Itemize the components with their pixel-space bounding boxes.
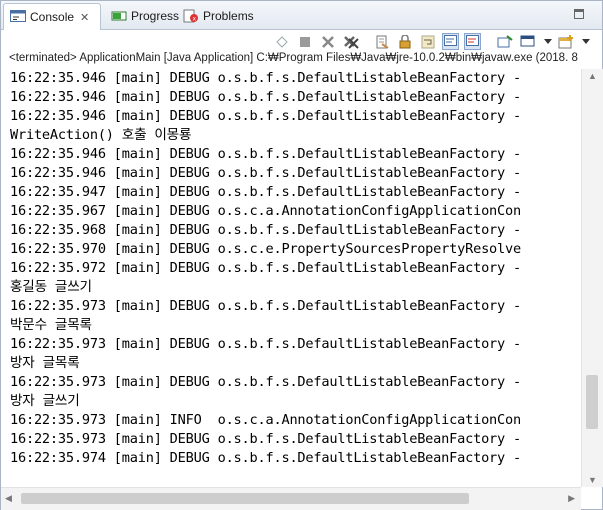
word-wrap-icon[interactable]: [419, 33, 436, 50]
close-icon[interactable]: ✕: [80, 11, 89, 24]
console-line: 16:22:35.973 [main] DEBUG o.s.b.f.s.Defa…: [10, 374, 521, 390]
console-line: 16:22:35.946 [main] DEBUG o.s.b.f.s.Defa…: [10, 89, 521, 105]
remove-launch-icon[interactable]: [319, 33, 336, 50]
tab-problems[interactable]: x Problems: [177, 3, 254, 29]
tab-console-label: Console: [30, 10, 75, 24]
horizontal-scrollbar[interactable]: ◀ ▶: [1, 487, 581, 510]
console-line: 16:22:35.968 [main] DEBUG o.s.b.f.s.Defa…: [10, 222, 521, 238]
console-view: Console ✕ Progress x Problems <terminate…: [0, 0, 603, 510]
tab-progress-label: Progress: [131, 9, 180, 23]
view-tab-bar: Console ✕ Progress x Problems: [1, 1, 602, 30]
console-line: 방자 글쓰기: [10, 393, 80, 409]
scroll-left-icon[interactable]: ◀: [5, 493, 12, 504]
tab-problems-label: Problems: [203, 9, 254, 23]
chevron-down-icon[interactable]: [539, 33, 556, 50]
chevron-down-icon[interactable]: [577, 33, 594, 50]
vertical-scrollbar[interactable]: ▲ ▼: [581, 69, 603, 487]
remove-all-terminated-icon[interactable]: [273, 33, 290, 50]
show-on-stderr-icon[interactable]: [464, 33, 481, 50]
scroll-up-icon[interactable]: ▲: [588, 71, 597, 81]
scroll-right-icon[interactable]: ▶: [568, 493, 575, 504]
console-line: 16:22:35.973 [main] DEBUG o.s.b.f.s.Defa…: [10, 298, 521, 314]
display-console-icon[interactable]: [519, 33, 536, 50]
console-line: 16:22:35.967 [main] DEBUG o.s.c.a.Annota…: [10, 203, 521, 219]
remove-all-icon[interactable]: [342, 33, 359, 50]
tab-console[interactable]: Console ✕: [3, 3, 101, 30]
console-line: 홍길동 글쓰기: [10, 279, 92, 295]
console-icon: [10, 10, 26, 24]
console-toolbar: [1, 30, 602, 52]
console-line: 16:22:35.973 [main] INFO o.s.c.a.Annotat…: [10, 412, 521, 428]
pin-console-icon[interactable]: [496, 33, 513, 50]
console-line: 박문수 글목록: [10, 317, 92, 333]
console-line: 16:22:35.947 [main] DEBUG o.s.b.f.s.Defa…: [10, 184, 521, 200]
console-line: 16:22:35.946 [main] DEBUG o.s.b.f.s.Defa…: [10, 108, 521, 124]
terminate-icon[interactable]: [296, 33, 313, 50]
console-line: 16:22:35.946 [main] DEBUG o.s.b.f.s.Defa…: [10, 146, 521, 162]
scroll-lock-icon[interactable]: [396, 33, 413, 50]
horizontal-scroll-thumb[interactable]: [21, 493, 469, 504]
vertical-scroll-thumb[interactable]: [586, 375, 598, 429]
svg-text:x: x: [193, 16, 197, 23]
minimize-icon[interactable]: [574, 9, 584, 19]
open-console-icon[interactable]: [557, 33, 574, 50]
launch-status: <terminated> ApplicationMain [Java Appli…: [9, 52, 578, 64]
clear-console-icon[interactable]: [373, 33, 390, 50]
console-output[interactable]: 16:22:35.946 [main] DEBUG o.s.b.f.s.Defa…: [1, 69, 581, 487]
console-line: 16:22:35.974 [main] DEBUG o.s.b.f.s.Defa…: [10, 450, 521, 466]
console-line: WriteAction() 호출 이몽룡: [10, 127, 192, 143]
console-line: 방자 글목록: [10, 355, 80, 371]
scroll-down-icon[interactable]: ▼: [588, 475, 597, 485]
progress-icon: [111, 9, 127, 23]
console-line: 16:22:35.973 [main] DEBUG o.s.b.f.s.Defa…: [10, 431, 521, 447]
problems-icon: x: [183, 9, 199, 23]
console-line: 16:22:35.970 [main] DEBUG o.s.c.e.Proper…: [10, 241, 521, 257]
show-on-stdout-icon[interactable]: [442, 33, 459, 50]
console-line: 16:22:35.973 [main] DEBUG o.s.b.f.s.Defa…: [10, 336, 521, 352]
console-line: 16:22:35.946 [main] DEBUG o.s.b.f.s.Defa…: [10, 70, 521, 86]
tab-progress[interactable]: Progress: [105, 3, 179, 29]
console-line: 16:22:35.946 [main] DEBUG o.s.b.f.s.Defa…: [10, 165, 521, 181]
console-line: 16:22:35.972 [main] DEBUG o.s.b.f.s.Defa…: [10, 260, 521, 276]
